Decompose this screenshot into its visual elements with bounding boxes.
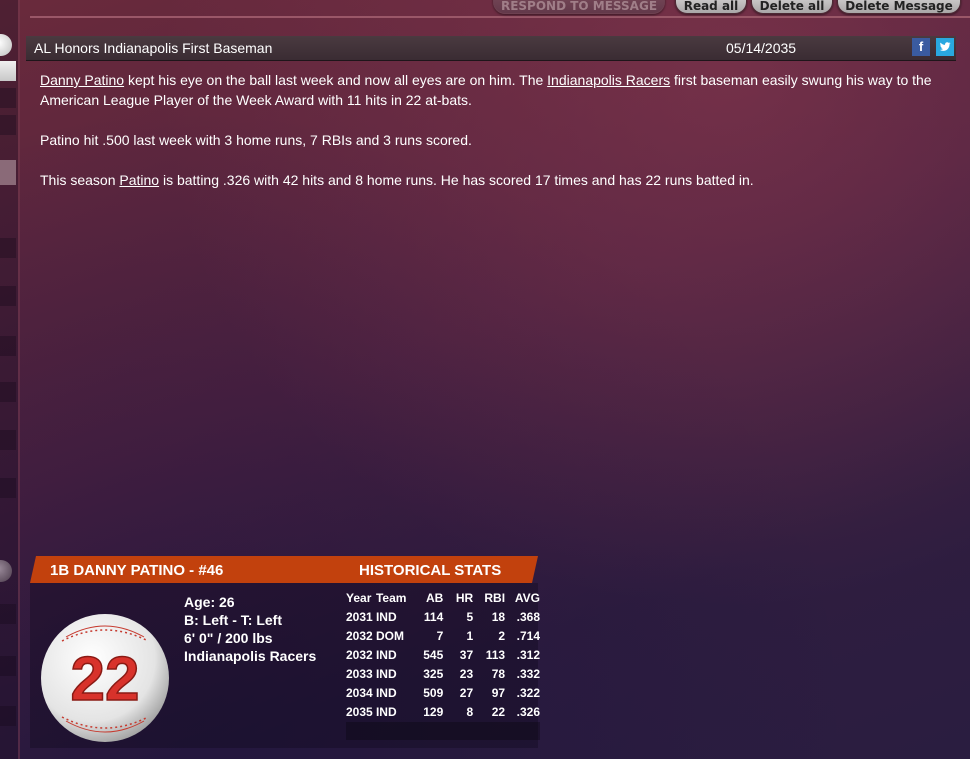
historical-stats-table: Year Team AB HR RBI AVG 2031 IND 114 5 1… (346, 588, 540, 721)
player-link[interactable]: Patino (119, 172, 159, 188)
rail-tab[interactable] (0, 382, 16, 402)
stats-cell: 2032 (346, 628, 373, 643)
player-card-name[interactable]: 1B DANNY PATINO - #46 (50, 562, 223, 579)
stats-cell: .326 (516, 704, 540, 719)
player-card-header: 1B DANNY PATINO - #46 HISTORICAL STATS (30, 556, 538, 583)
stats-cell: IND (375, 609, 397, 624)
stats-cell: IND (375, 666, 397, 681)
rail-tab[interactable] (0, 430, 16, 450)
stats-cell: 129 (423, 704, 444, 719)
paragraph-1: Danny Patino kept his eye on the ball la… (40, 70, 940, 110)
message-date: 05/14/2035 (726, 40, 797, 56)
stats-col-header: RBI (484, 590, 506, 605)
rail-expand-button[interactable] (0, 34, 12, 56)
jersey-number: 22 (71, 645, 140, 714)
read-all-button[interactable]: Read all (675, 0, 747, 14)
paragraph-text: This season (40, 172, 120, 188)
team-link[interactable]: Indianapolis Racers (547, 72, 670, 88)
stats-cell: 509 (423, 685, 444, 700)
stats-cell: 22 (491, 704, 506, 719)
twitter-bird-icon (939, 42, 951, 51)
stats-cell: 23 (459, 666, 474, 681)
paragraph-text: is batting .326 with 42 hits and 8 home … (159, 172, 754, 188)
stats-cell: 27 (459, 685, 474, 700)
paragraph-2: Patino hit .500 last week with 3 home ru… (40, 132, 472, 148)
stats-cell: .714 (516, 628, 540, 643)
player-age: Age: 26 (184, 594, 235, 610)
facebook-share-icon[interactable]: f (912, 38, 930, 56)
rail-tab[interactable] (0, 706, 16, 726)
table-row: 2032 IND 545 37 113 .312 (346, 645, 540, 664)
stats-cell: .332 (516, 666, 540, 681)
stats-cell: DOM (375, 628, 404, 643)
stats-cell: 113 (485, 647, 506, 662)
rail-tab[interactable] (0, 115, 16, 135)
stats-cell: 78 (491, 666, 506, 681)
rail-tab[interactable] (0, 336, 16, 356)
stats-cell: 2 (498, 628, 506, 643)
stats-cell: IND (375, 685, 397, 700)
paragraph-text: kept his eye on the ball last week and n… (124, 72, 548, 88)
table-row: 2035 IND 129 8 22 .326 (346, 702, 540, 721)
historical-stats-title: HISTORICAL STATS (359, 562, 502, 579)
stats-cell: 37 (459, 647, 474, 662)
delete-all-button[interactable]: Delete all (751, 0, 833, 14)
stats-cell: .312 (516, 647, 540, 662)
rail-collapse-button[interactable] (0, 560, 12, 582)
player-bats-throws: B: Left - T: Left (184, 612, 282, 628)
stats-cell: 7 (436, 628, 444, 643)
player-link[interactable]: Danny Patino (40, 72, 124, 88)
stats-cell: .322 (516, 685, 540, 700)
rail-divider (18, 0, 20, 759)
stats-cell: .368 (516, 609, 540, 624)
stats-col-header: AB (425, 590, 444, 605)
stats-cell: 325 (423, 666, 444, 681)
player-team: Indianapolis Racers (184, 648, 317, 664)
rail-tab[interactable] (0, 478, 16, 498)
table-row: 2031 IND 114 5 18 .368 (346, 607, 540, 626)
rail-tab[interactable] (0, 656, 16, 676)
rail-tab[interactable] (0, 88, 16, 108)
baseball-number-icon: 22 (41, 614, 169, 742)
stats-cell: 8 (466, 704, 474, 719)
stats-col-header: Year (346, 590, 372, 605)
stats-cell: 2032 (346, 647, 373, 662)
rail-tab[interactable] (0, 604, 16, 624)
stats-cell: 2033 (346, 666, 373, 681)
message-body: Danny Patino kept his eye on the ball la… (40, 70, 940, 210)
player-height-weight: 6' 0" / 200 lbs (184, 630, 273, 646)
table-row: 2033 IND 325 23 78 .332 (346, 664, 540, 683)
stats-cell: 114 (423, 609, 444, 624)
message-title: AL Honors Indianapolis First Baseman (34, 40, 273, 56)
table-row: 2034 IND 509 27 97 .322 (346, 683, 540, 702)
stats-cell: 2031 (346, 609, 373, 624)
stats-col-header: HR (455, 590, 474, 605)
message-header: AL Honors Indianapolis First Baseman 05/… (26, 36, 956, 61)
player-info: Age: 26 B: Left - T: Left 6' 0" / 200 lb… (184, 593, 316, 665)
stats-cell: 97 (491, 685, 506, 700)
stats-cell: 5 (466, 609, 474, 624)
rail-tab[interactable] (0, 286, 16, 306)
stats-cell: 545 (423, 647, 444, 662)
stats-cell: IND (375, 704, 397, 719)
stats-cell: 18 (491, 609, 506, 624)
paragraph-3: This season Patino is batting .326 with … (40, 170, 940, 190)
stats-cell: 2034 (346, 685, 373, 700)
stats-col-header: Team (375, 590, 407, 605)
toolbar-line (30, 16, 970, 18)
table-row: 2032 DOM 7 1 2 .714 (346, 626, 540, 645)
stats-cell: 2035 (346, 704, 373, 719)
delete-message-button[interactable]: Delete Message (837, 0, 961, 14)
stats-table-footer (346, 722, 540, 740)
rail-tab-selected[interactable] (0, 61, 16, 81)
twitter-share-icon[interactable] (936, 38, 954, 56)
rail-tab[interactable] (0, 238, 16, 258)
stats-col-header: AVG (514, 590, 540, 605)
left-rail (0, 0, 18, 759)
stats-cell: IND (375, 647, 397, 662)
respond-to-message-button[interactable]: RESPOND TO MESSAGE (493, 0, 665, 14)
stats-header-row: Year Team AB HR RBI AVG (346, 588, 540, 607)
stats-cell: 1 (466, 628, 474, 643)
rail-tab-highlighted[interactable] (0, 160, 16, 185)
